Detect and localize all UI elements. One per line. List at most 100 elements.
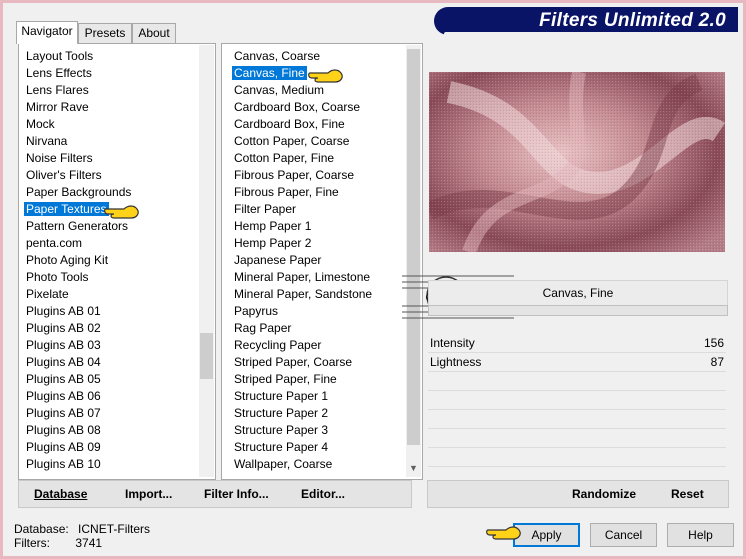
category-list-item[interactable]: Mirror Rave xyxy=(22,99,198,116)
filter-item-label: Hemp Paper 2 xyxy=(234,236,312,250)
filter-list-item[interactable]: Fibrous Paper, Coarse xyxy=(230,167,406,184)
filter-list-item[interactable]: Recycling Paper xyxy=(230,337,406,354)
apply-button[interactable]: Apply xyxy=(513,523,580,547)
filter-scrollbar[interactable]: ▼ xyxy=(406,45,421,477)
filter-list-item[interactable]: Hemp Paper 1 xyxy=(230,218,406,235)
editor-button[interactable]: Editor... xyxy=(301,487,345,501)
slider-empty xyxy=(428,448,726,467)
category-item-label: Plugins AB 02 xyxy=(26,321,101,335)
filter-scroll-thumb[interactable] xyxy=(407,49,420,445)
tab-about[interactable]: About xyxy=(132,23,176,43)
filter-list-item[interactable]: Structure Paper 3 xyxy=(230,422,406,439)
cancel-button[interactable]: Cancel xyxy=(590,523,657,547)
intensity-label: Intensity xyxy=(430,336,475,350)
filter-item-label: Hemp Paper 1 xyxy=(234,219,312,233)
filter-items: Canvas, Coarse Canvas, Fine Canvas, Medium… xyxy=(230,48,406,476)
tab-navigator[interactable]: Navigator xyxy=(16,21,78,44)
slider-empty xyxy=(428,372,726,391)
category-list-item[interactable]: Paper Backgrounds xyxy=(22,184,198,201)
category-list-item[interactable]: Plugins AB 08 xyxy=(22,422,198,439)
title-banner: Filters Unlimited 2.0 xyxy=(434,7,738,36)
category-list-item[interactable]: Lens Effects xyxy=(22,65,198,82)
category-list-item[interactable]: Plugins AB 06 xyxy=(22,388,198,405)
filter-list-item[interactable]: Japanese Paper xyxy=(230,252,406,269)
filter-list-item[interactable]: Fibrous Paper, Fine xyxy=(230,184,406,201)
filter-list-item[interactable]: Structure Paper 4 xyxy=(230,439,406,456)
filter-list: Canvas, Coarse Canvas, Fine Canvas, Medium… xyxy=(221,43,423,480)
category-list-item[interactable]: Plugins AB 05 xyxy=(22,371,198,388)
category-list-item[interactable]: Oliver's Filters xyxy=(22,167,198,184)
category-scrollbar[interactable] xyxy=(199,45,214,477)
filter-name-display: Canvas, Fine xyxy=(428,280,728,306)
filter-item-label: Japanese Paper xyxy=(234,253,322,267)
category-scroll-thumb[interactable] xyxy=(200,333,213,379)
category-list-item[interactable]: Photo Tools xyxy=(22,269,198,286)
category-item-label: Noise Filters xyxy=(26,151,93,165)
filter-list-item[interactable]: Cardboard Box, Fine xyxy=(230,116,406,133)
tab-presets[interactable]: Presets xyxy=(78,23,132,43)
import-button[interactable]: Import... xyxy=(125,487,172,501)
filter-item-label: Cotton Paper, Coarse xyxy=(234,134,350,148)
filter-list-item[interactable]: Mineral Paper, Limestone xyxy=(230,269,406,286)
category-list-item[interactable]: penta.com xyxy=(22,235,198,252)
category-item-label: Plugins AB 09 xyxy=(26,440,101,454)
left-toolbar: Database Import... Filter Info... Editor… xyxy=(18,480,412,508)
filter-list-item[interactable]: Cotton Paper, Coarse xyxy=(230,133,406,150)
filters-value: 3741 xyxy=(75,536,103,550)
reset-button[interactable]: Reset xyxy=(671,487,704,501)
category-item-label: Photo Aging Kit xyxy=(26,253,109,267)
filter-list-item[interactable]: Striped Paper, Fine xyxy=(230,371,406,388)
status-filters: Filters: 3741 xyxy=(14,536,102,550)
randomize-button[interactable]: Randomize xyxy=(572,487,636,501)
category-list-item[interactable]: Lens Flares xyxy=(22,82,198,99)
help-button[interactable]: Help xyxy=(667,523,734,547)
filter-list-item[interactable]: Filter Paper xyxy=(230,201,406,218)
right-toolbar: Randomize Reset xyxy=(427,480,729,508)
filters-label: Filters: xyxy=(14,536,50,550)
category-list-item[interactable]: Plugins AB 02 xyxy=(22,320,198,337)
lightness-label: Lightness xyxy=(430,355,482,369)
category-list-item[interactable]: Plugins AB 04 xyxy=(22,354,198,371)
filter-list-item[interactable]: Wallpaper, Coarse xyxy=(230,456,406,473)
category-list-item[interactable]: Mock xyxy=(22,116,198,133)
category-list-item[interactable]: Pixelate xyxy=(22,286,198,303)
scroll-down-icon[interactable]: ▼ xyxy=(406,460,421,477)
filter-list-item[interactable]: Striped Paper, Coarse xyxy=(230,354,406,371)
filter-info-button[interactable]: Filter Info... xyxy=(204,487,269,501)
category-list-item[interactable]: Plugins AB 01 xyxy=(22,303,198,320)
category-item-label: Plugins AB 10 xyxy=(26,457,101,471)
filter-list-item[interactable]: Structure Paper 1 xyxy=(230,388,406,405)
filter-list-item[interactable]: Structure Paper 2 xyxy=(230,405,406,422)
filter-list-item[interactable]: Papyrus xyxy=(230,303,406,320)
slider-intensity[interactable]: Intensity 156 xyxy=(428,334,726,353)
category-item-label: Plugins AB 05 xyxy=(26,372,101,386)
filter-item-label: Cardboard Box, Coarse xyxy=(234,100,361,114)
category-item-label: Nirvana xyxy=(26,134,68,148)
filter-list-item[interactable]: Cardboard Box, Coarse xyxy=(230,99,406,116)
filter-list-item[interactable]: Mineral Paper, Sandstone xyxy=(230,286,406,303)
parameter-panel: Intensity 156 Lightness 87 xyxy=(428,334,726,474)
filter-name-text: Canvas, Fine xyxy=(542,286,614,300)
category-list-item[interactable]: Plugins AB 07 xyxy=(22,405,198,422)
filter-list-item[interactable]: Hemp Paper 2 xyxy=(230,235,406,252)
category-list-item[interactable]: Plugins AB 10 xyxy=(22,456,198,473)
category-list-item[interactable]: Plugins AB 03 xyxy=(22,337,198,354)
category-list-item[interactable]: Layout Tools xyxy=(22,48,198,65)
filter-list-item[interactable]: Canvas, Coarse xyxy=(230,48,406,65)
app-title: Filters Unlimited 2.0 xyxy=(539,10,726,31)
filter-list-item[interactable]: Cotton Paper, Fine xyxy=(230,150,406,167)
category-item-label: Plugins AB 01 xyxy=(26,304,101,318)
slider-empty xyxy=(428,391,726,410)
category-list-item[interactable]: Nirvana xyxy=(22,133,198,150)
filter-item-label: Fibrous Paper, Fine xyxy=(234,185,339,199)
filter-item-label: Cotton Paper, Fine xyxy=(234,151,335,165)
status-database: Database: ICNET-Filters xyxy=(14,522,150,536)
category-list-item[interactable]: Plugins AB 09 xyxy=(22,439,198,456)
category-list-item[interactable]: Noise Filters xyxy=(22,150,198,167)
filter-list-item[interactable]: Rag Paper xyxy=(230,320,406,337)
database-button[interactable]: Database xyxy=(34,487,87,501)
lightness-value: 87 xyxy=(710,355,724,369)
category-list-item[interactable]: Photo Aging Kit xyxy=(22,252,198,269)
slider-lightness[interactable]: Lightness 87 xyxy=(428,353,726,372)
filter-item-label: Striped Paper, Coarse xyxy=(234,355,353,369)
